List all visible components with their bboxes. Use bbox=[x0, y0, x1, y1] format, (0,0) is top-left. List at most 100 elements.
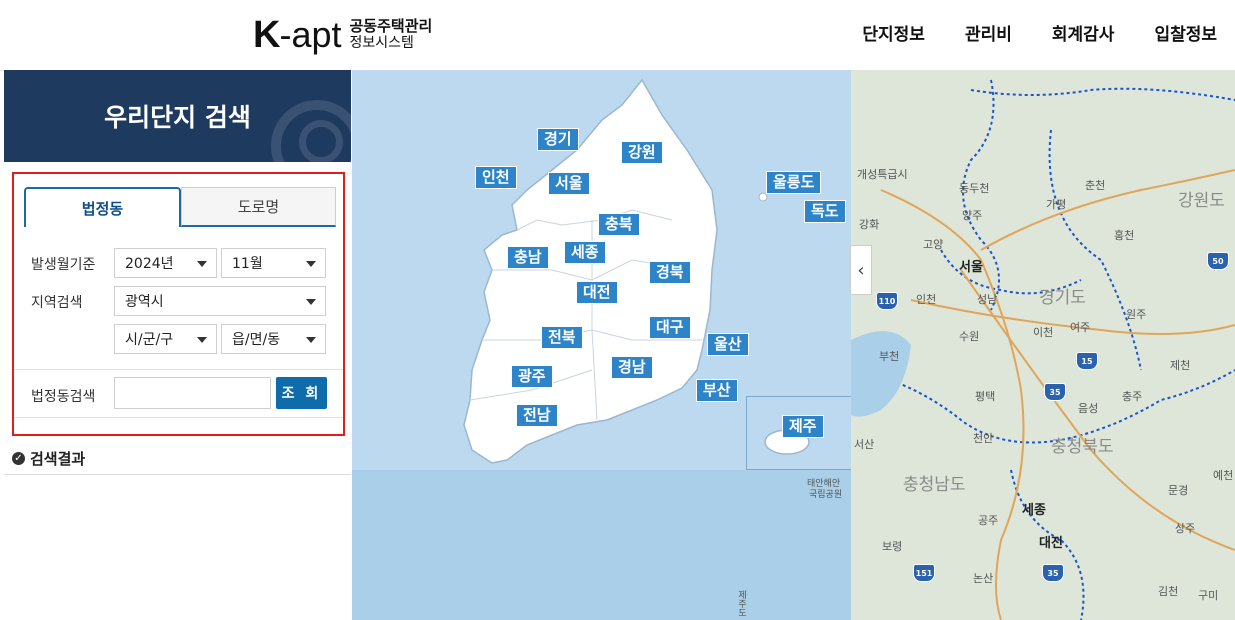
map-label: 세종 bbox=[1022, 503, 1046, 518]
region-jeju[interactable]: 제주 bbox=[782, 415, 824, 438]
map-label: 이천 bbox=[1033, 326, 1054, 339]
region-busan[interactable]: 부산 bbox=[696, 379, 738, 402]
map-label: 천안 bbox=[973, 432, 994, 445]
map-label: 춘천 bbox=[1085, 179, 1106, 192]
decorative-circle-icon bbox=[299, 120, 343, 162]
map-label: 강원도 bbox=[1178, 191, 1225, 211]
map-label: 홍천 bbox=[1114, 229, 1135, 242]
year-select[interactable]: 2024년 bbox=[114, 248, 217, 278]
region-gwangju[interactable]: 광주 bbox=[511, 365, 553, 388]
route-110-icon: 110 bbox=[876, 292, 898, 310]
map-label: 고양 bbox=[923, 238, 944, 251]
tab-road-name[interactable]: 도로명 bbox=[181, 187, 336, 227]
map-label: 성남 bbox=[977, 293, 998, 306]
region-ulleungdo[interactable]: 울릉도 bbox=[766, 171, 822, 194]
route-50-icon: 50 bbox=[1207, 252, 1229, 270]
map-label: 여주 bbox=[1070, 321, 1091, 334]
route-15-icon: 15 bbox=[1076, 352, 1098, 370]
sigungu-select[interactable]: 시/군/구 bbox=[114, 324, 217, 354]
map-label: 제천 bbox=[1170, 359, 1191, 372]
region-label: 지역검색 bbox=[31, 295, 83, 311]
top-header: K -apt 공동주택관리 정보시스템 단지정보 관리비 회계감사 입찰정보 bbox=[0, 0, 1235, 71]
map-label: 동두천 bbox=[959, 182, 990, 195]
map-label: 원주 bbox=[1126, 308, 1147, 321]
map-label: 제주도 bbox=[736, 590, 746, 617]
nav-complex-info[interactable]: 단지정보 bbox=[862, 20, 925, 45]
logo-k: K bbox=[253, 13, 280, 56]
search-tabs: 법정동 도로명 bbox=[24, 187, 336, 227]
map-label: 음성 bbox=[1078, 402, 1099, 415]
region-daejeon[interactable]: 대전 bbox=[576, 281, 618, 304]
check-circle-icon: ✓ bbox=[12, 452, 25, 465]
logo-line2: 정보시스템 bbox=[349, 35, 414, 51]
map-label: 충주 bbox=[1122, 390, 1143, 403]
divider bbox=[14, 369, 343, 370]
search-panel: 우리단지 검색 법정동 도로명 발생월기준 2024년 11월 지역검색 광역시… bbox=[4, 70, 351, 620]
map-label-seoul: 서울 bbox=[959, 260, 983, 275]
region-gyeongbuk[interactable]: 경북 bbox=[649, 261, 691, 284]
map-area[interactable]: 개성특급시 동두천 춘천 강원도 양주 가평 강화 고양 서울 홍천 인천 성남… bbox=[352, 70, 1235, 620]
dong-select[interactable]: 읍/면/동 bbox=[221, 324, 326, 354]
results-header: ✓ 검색결과 bbox=[12, 448, 85, 469]
map-label: 수원 bbox=[959, 330, 980, 343]
k-apt-logo[interactable]: K -apt 공동주택관리 정보시스템 bbox=[253, 14, 432, 56]
region-jeonbuk[interactable]: 전북 bbox=[541, 326, 583, 349]
region-gyeongnam[interactable]: 경남 bbox=[611, 356, 653, 379]
panel-title: 우리단지 검색 bbox=[104, 103, 251, 132]
korea-region-map: 경기 강원 인천 서울 울릉도 독도 충북 세종 충남 경북 대전 대구 전북 … bbox=[352, 70, 851, 470]
logo-line1: 공동주택관리 bbox=[349, 17, 433, 35]
region-seoul[interactable]: 서울 bbox=[548, 172, 590, 195]
period-label: 발생월기준 bbox=[31, 257, 96, 273]
dong-search-label: 법정동검색 bbox=[31, 389, 96, 405]
route-35-icon: 35 bbox=[1044, 383, 1066, 401]
map-label: 공주 bbox=[978, 514, 999, 527]
map-label: 국립공원 bbox=[809, 490, 843, 500]
dong-search-input[interactable] bbox=[114, 377, 271, 409]
main-nav: 단지정보 관리비 회계감사 입찰정보 bbox=[862, 20, 1217, 45]
region-dokdo[interactable]: 독도 bbox=[804, 200, 846, 223]
nav-bid-info[interactable]: 입찰정보 bbox=[1154, 20, 1217, 45]
route-35-icon: 35 bbox=[1042, 564, 1064, 582]
sido-select[interactable]: 광역시 bbox=[114, 286, 326, 316]
map-label: 평택 bbox=[975, 390, 996, 403]
month-select[interactable]: 11월 bbox=[221, 248, 326, 278]
nav-audit[interactable]: 회계감사 bbox=[1052, 20, 1115, 45]
map-label: 경기도 bbox=[1039, 288, 1086, 308]
route-151-icon: 151 bbox=[913, 564, 935, 582]
map-label: 충청북도 bbox=[1051, 437, 1114, 457]
region-daegu[interactable]: 대구 bbox=[649, 316, 691, 339]
results-title: 검색결과 bbox=[30, 450, 86, 468]
tab-legal-dong[interactable]: 법정동 bbox=[24, 187, 181, 227]
region-gangwon[interactable]: 강원 bbox=[621, 141, 663, 164]
map-label: 논산 bbox=[973, 572, 994, 585]
map-label: 충청남도 bbox=[903, 475, 966, 495]
region-incheon[interactable]: 인천 bbox=[475, 166, 517, 189]
region-ulsan[interactable]: 울산 bbox=[707, 333, 749, 356]
map-label: 인천 bbox=[916, 293, 937, 306]
region-sejong[interactable]: 세종 bbox=[564, 241, 606, 264]
map-label: 서산 bbox=[854, 438, 875, 451]
map-label: 대전 bbox=[1039, 536, 1063, 551]
map-label: 부천 bbox=[879, 350, 900, 363]
region-chungnam[interactable]: 충남 bbox=[507, 246, 549, 269]
nav-management-fee[interactable]: 관리비 bbox=[965, 20, 1012, 45]
region-jeonnam[interactable]: 전남 bbox=[516, 404, 558, 427]
region-chungbuk[interactable]: 충북 bbox=[598, 213, 640, 236]
map-label: 강화 bbox=[859, 218, 880, 231]
chevron-left-icon[interactable]: ‹ bbox=[850, 245, 872, 295]
logo-subtitle: 공동주택관리 정보시스템 bbox=[350, 18, 433, 52]
logo-apt: -apt bbox=[279, 14, 342, 55]
map-label: 보령 bbox=[882, 540, 903, 553]
map-label: 양주 bbox=[962, 209, 983, 222]
map-label: 상주 bbox=[1175, 522, 1196, 535]
map-label: 예천 bbox=[1213, 469, 1234, 482]
search-button[interactable]: 조 회 bbox=[276, 377, 327, 409]
map-label: 개성특급시 bbox=[857, 168, 908, 181]
map-label: 구미 bbox=[1198, 589, 1219, 602]
panel-title-bar: 우리단지 검색 bbox=[4, 70, 351, 162]
map-label: 문경 bbox=[1168, 484, 1189, 497]
map-label: 김천 bbox=[1158, 585, 1179, 598]
terrain-map[interactable]: 개성특급시 동두천 춘천 강원도 양주 가평 강화 고양 서울 홍천 인천 성남… bbox=[851, 70, 1235, 620]
search-form: 법정동 도로명 발생월기준 2024년 11월 지역검색 광역시 시/군/구 읍… bbox=[12, 172, 345, 436]
region-gyeonggi[interactable]: 경기 bbox=[537, 128, 579, 151]
